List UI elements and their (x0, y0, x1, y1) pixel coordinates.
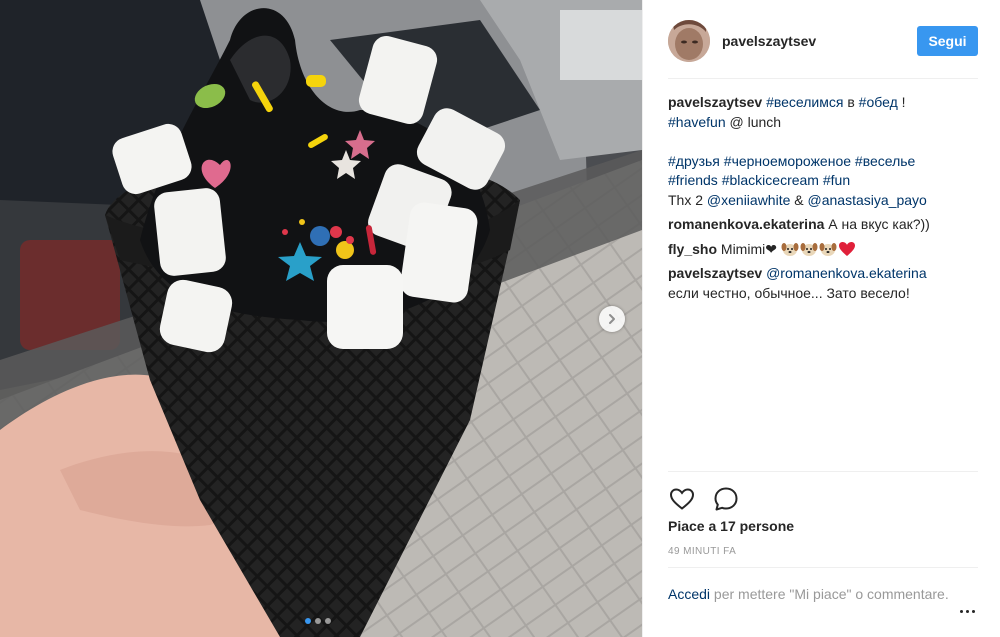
comment-username[interactable]: fly_sho (668, 241, 717, 257)
comment-icon (714, 487, 738, 510)
chevron-right-icon (609, 314, 615, 324)
comment-item: pavelszaytsev @romanenkova.ekaterina есл… (668, 264, 978, 303)
post-timestamp[interactable]: 49 MINUTI FA (668, 546, 736, 557)
hashtag-link[interactable]: #friends (668, 172, 718, 188)
comments-list: pavelszaytsev #веселимся в #обед ! #have… (668, 93, 978, 308)
dog-face-icon (800, 242, 818, 256)
caption-text: ! (897, 94, 906, 110)
hashtag-link[interactable]: #blackicecream (722, 172, 819, 188)
login-link[interactable]: Accedi (668, 586, 710, 602)
dog-emoji-group (781, 241, 856, 257)
hashtag-link[interactable]: #черноемороженое (724, 153, 851, 169)
avatar-image (668, 19, 710, 62)
more-options-icon (959, 609, 963, 613)
login-prompt-text: per mettere "Mi piace" o commentare. (710, 586, 949, 602)
red-heart-icon (838, 241, 855, 256)
login-prompt: Accedi per mettere "Mi piace" o commenta… (668, 567, 978, 604)
comment-text: А на вкус как?)) (824, 216, 930, 232)
post-author-username[interactable]: pavelszaytsev (722, 33, 917, 49)
ice-cream-photo (0, 0, 642, 637)
comment-text: если честно, обычное... Зато весело! (668, 284, 910, 301)
more-options-button[interactable] (957, 603, 977, 619)
hashtag-link[interactable]: #веселимся (766, 94, 843, 110)
follow-button[interactable]: Segui (917, 25, 978, 56)
avatar[interactable] (668, 19, 710, 62)
dog-face-icon (819, 242, 837, 256)
caption-text: в (843, 94, 859, 110)
carousel-indicator (305, 618, 331, 624)
carousel-dot-2 (315, 618, 321, 624)
post-side-panel: pavelszaytsev Segui pavelszaytsev #весел… (642, 0, 1000, 637)
heart-icon (669, 487, 695, 510)
comment-item: fly_sho Mimimi❤ (668, 240, 978, 260)
dog-face-icon (781, 242, 799, 256)
hashtag-link[interactable]: #fun (823, 172, 850, 188)
more-options-icon (965, 609, 969, 613)
comment-username[interactable]: pavelszaytsev (668, 265, 762, 281)
caption-text: @ lunch (725, 113, 782, 130)
hashtag-link[interactable]: #обед (859, 94, 898, 110)
hashtag-link[interactable]: #веселье (855, 153, 915, 169)
comment-item: romanenkova.ekaterina А на вкус как?)) (668, 215, 978, 235)
likes-count[interactable]: Piace a 17 persone (668, 518, 794, 534)
post-photo[interactable] (0, 0, 642, 637)
comment-button[interactable] (712, 485, 740, 513)
comment-text: Mimimi❤ (717, 240, 777, 257)
post-header: pavelszaytsev Segui (668, 15, 978, 79)
more-options-icon (971, 609, 975, 613)
post-actions (668, 471, 978, 521)
comment-username[interactable]: romanenkova.ekaterina (668, 216, 824, 232)
caption-text: & (790, 191, 808, 208)
next-photo-button[interactable] (599, 306, 625, 332)
mention-link[interactable]: @anastasiya_payo (808, 192, 927, 208)
mention-link[interactable]: @xeniiawhite (707, 192, 790, 208)
caption-text: Thx 2 (668, 191, 707, 208)
carousel-dot-1 (305, 618, 311, 624)
comment-username[interactable]: pavelszaytsev (668, 94, 762, 110)
carousel-dot-3 (325, 618, 331, 624)
mention-link[interactable]: @romanenkova.ekaterina (766, 265, 927, 281)
hashtag-link[interactable]: #havefun (668, 114, 726, 130)
hashtag-link[interactable]: #друзья (668, 153, 720, 169)
caption: pavelszaytsev #веселимся в #обед ! #have… (668, 93, 978, 210)
like-button[interactable] (668, 485, 696, 513)
